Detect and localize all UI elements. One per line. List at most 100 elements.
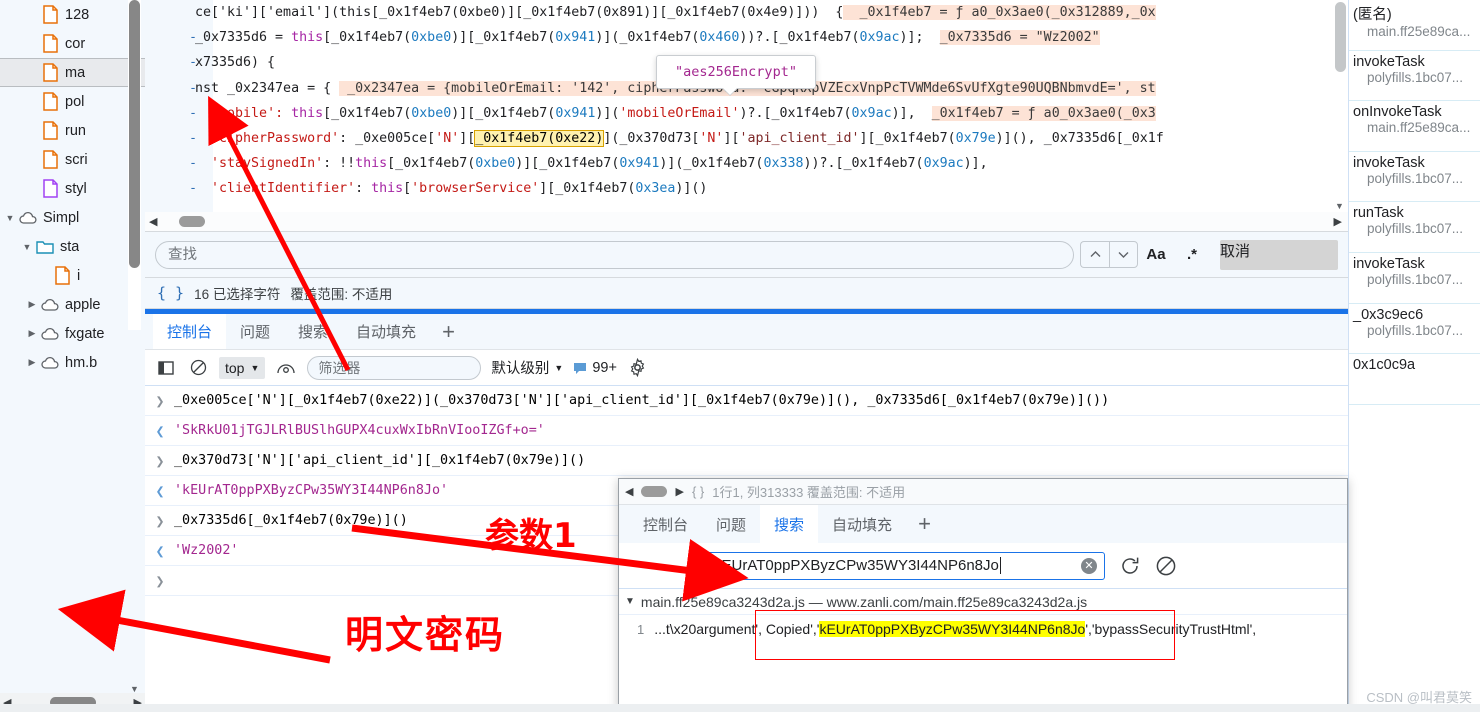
console-line-text: 'SkRkU01jTGJLRlBUSlhGUPX4cuxWxIbRnVIooIZ… <box>174 423 545 438</box>
clear-input-icon[interactable]: ✕ <box>1081 557 1097 574</box>
tab-控制台[interactable]: 控制台 <box>153 314 227 349</box>
call-stack-panel[interactable]: (匿名) main.ff25e89ca... invokeTask polyfills… <box>1348 0 1480 712</box>
file-tree-item[interactable]: pol <box>0 87 145 116</box>
snippet-match: kEUrAT0ppPXByzCPw35WY3I44NP6n8Jo <box>819 621 1086 637</box>
find-input[interactable]: 查找 <box>155 240 1074 269</box>
call-stack-frame[interactable]: invokeTask polyfills.1bc07... <box>1349 51 1480 102</box>
editor-vertical-scroll-thumb[interactable] <box>1335 2 1346 72</box>
overlay-scroll-left-icon[interactable]: ◀ <box>625 485 633 498</box>
tab-搜索[interactable]: 搜索 <box>760 505 819 543</box>
code-token: ][_0x1f4eb7( <box>539 181 636 197</box>
chevron-right-icon[interactable]: ▶ <box>24 299 40 310</box>
editor-code-area[interactable]: ce['ki']['email'](this[_0x1f4eb7(0xbe0)]… <box>193 0 1348 231</box>
editor-code-line[interactable]: 'staySignedIn': !!this[_0x1f4eb7(0xbe0)]… <box>193 151 1348 176</box>
editor-code-line[interactable]: 'clientIdentifier': this['browserService… <box>193 176 1348 201</box>
call-stack-frame[interactable]: 0x1c0c9a <box>1349 354 1480 405</box>
overlay-tab-strip[interactable]: 控制台 问题 搜索 自动填充 + <box>619 505 1347 543</box>
console-line[interactable]: ❯ _0xe005ce['N'][_0x1f4eb7(0xe22)](_0x370… <box>145 386 1348 416</box>
find-previous-icon[interactable] <box>1080 241 1109 268</box>
call-stack-frame[interactable]: onInvokeTask main.ff25e89ca... <box>1349 101 1480 152</box>
console-output-prompt-icon: ❮ <box>155 481 165 500</box>
file-tree-item[interactable]: i <box>0 261 145 290</box>
gear-icon[interactable] <box>627 357 649 379</box>
tab-自动填充[interactable]: 自动填充 <box>818 505 906 543</box>
file-tree-vertical-scrollbar[interactable] <box>128 0 141 330</box>
code-token: 'api_client_id' <box>739 130 860 146</box>
search-results-list[interactable]: ▼ main.ff25e89ca3243d2a.js — www.zanli.c… <box>619 589 1347 711</box>
add-tab-button[interactable]: + <box>430 314 467 349</box>
editor-scroll-down-icon[interactable]: ▼ <box>1333 201 1346 211</box>
console-toolbar[interactable]: top ▼ 筛选器 默认级别 ▼ 99+ <box>145 350 1348 386</box>
refresh-icon[interactable] <box>1119 555 1141 577</box>
file-tree-item[interactable]: ▼ Simpl <box>0 203 145 232</box>
call-stack-source: polyfills.1bc07... <box>1367 170 1464 186</box>
file-tree-item[interactable]: 128 <box>0 0 145 29</box>
editor-horizontal-scroll-thumb[interactable] <box>179 216 206 227</box>
chevron-down-icon[interactable]: ▼ <box>19 242 35 252</box>
editor-code-line[interactable]: _0x7335d6 = this[_0x1f4eb7(0xbe0)][_0x1f… <box>193 25 1348 50</box>
overlay-scroll-right-icon[interactable]: ▶ <box>675 485 683 498</box>
file-tree-item[interactable]: ma <box>0 58 145 87</box>
editor-code-line[interactable]: 'mobile': this[_0x1f4eb7(0xbe0)][_0x1f4e… <box>193 101 1348 126</box>
live-expression-icon[interactable] <box>275 357 297 379</box>
chevron-down-icon[interactable]: ▼ <box>625 596 635 607</box>
tab-搜索[interactable]: 搜索 <box>284 314 342 349</box>
tab-问题[interactable]: 问题 <box>702 505 760 543</box>
file-tree-vertical-scroll-thumb[interactable] <box>129 0 140 268</box>
overlay-scroll-thumb[interactable] <box>641 486 668 497</box>
call-stack-frame[interactable]: runTask polyfills.1bc07... <box>1349 202 1480 253</box>
file-tree-item[interactable]: run <box>0 116 145 145</box>
file-tree-item[interactable]: ▶ apple <box>0 290 145 319</box>
call-stack-frame[interactable]: invokeTask polyfills.1bc07... <box>1349 253 1480 304</box>
file-tree-item[interactable]: scri <box>0 145 145 174</box>
console-line[interactable]: ❯ _0x370d73['N']['api_client_id'][_0x1f4e… <box>145 446 1348 476</box>
find-next-icon[interactable] <box>1109 241 1138 268</box>
panel-toggle-icon[interactable] <box>155 357 177 379</box>
log-level-selector[interactable]: 默认级别 ▼ <box>491 357 563 378</box>
call-stack-source: main.ff25e89ca... <box>1367 120 1471 136</box>
filter-input[interactable]: 筛选器 <box>307 355 482 380</box>
tab-问题[interactable]: 问题 <box>226 314 284 349</box>
search-input[interactable]: kEUrAT0ppPXByzCPw35WY3I44NP6n8Jo ✕ <box>705 551 1105 580</box>
chevron-down-icon[interactable]: ▼ <box>2 213 18 223</box>
search-result-file-header[interactable]: ▼ main.ff25e89ca3243d2a.js — www.zanli.c… <box>619 589 1347 615</box>
editor-code-line[interactable]: 'cipherPassword': _0xe005ce['N'][_0x1f4e… <box>193 126 1348 151</box>
code-token: )]() <box>675 181 708 197</box>
file-tree-item-label: Simpl <box>43 209 80 226</box>
clear-search-icon[interactable] <box>1155 555 1177 577</box>
code-token: 'mobileOrEmail' <box>619 105 740 121</box>
file-tree-item[interactable]: ▼ sta <box>0 232 145 261</box>
call-stack-frame[interactable]: invokeTask polyfills.1bc07... <box>1349 152 1480 203</box>
clear-console-icon[interactable] <box>187 357 209 379</box>
console-line[interactable]: ❮ 'SkRkU01jTGJLRlBUSlhGUPX4cuxWxIbRnVIooI… <box>145 416 1348 446</box>
editor-horizontal-scrollbar[interactable]: ◀ ▶ <box>145 212 1348 231</box>
tab-自动填充[interactable]: 自动填充 <box>342 314 430 349</box>
overlay-search-row[interactable]: kEUrAT0ppPXByzCPw35WY3I44NP6n8Jo ✕ <box>619 543 1347 589</box>
find-bar[interactable]: 查找 Aa .* 取消 <box>145 232 1348 278</box>
context-selector[interactable]: top ▼ <box>219 356 266 379</box>
file-tree-item[interactable]: ▶ fxgate <box>0 319 145 348</box>
code-editor[interactable]: --------- ce['ki']['email'](this[_0x1f4e… <box>145 0 1348 232</box>
message-count-badge[interactable]: 99+ <box>573 360 617 376</box>
tab-控制台[interactable]: 控制台 <box>629 505 702 543</box>
console-tab-strip[interactable]: 控制台 问题 搜索 自动填充 + <box>145 314 1348 350</box>
editor-scroll-right-icon[interactable]: ▶ <box>1334 215 1342 228</box>
file-tree-item[interactable]: cor <box>0 29 145 58</box>
editor-code-line[interactable]: ce['ki']['email'](this[_0x1f4eb7(0xbe0)]… <box>193 0 1348 25</box>
cancel-button[interactable]: 取消 <box>1220 239 1338 270</box>
call-stack-frame[interactable]: _0x3c9ec6 polyfills.1bc07... <box>1349 304 1480 355</box>
file-tree-item[interactable]: ▶ hm.b <box>0 348 145 377</box>
chevron-right-icon[interactable]: ▶ <box>24 357 40 368</box>
search-result-match-row[interactable]: 1 ...t\x20argument', Copied','kEUrAT0ppP… <box>619 615 1347 643</box>
editor-scroll-left-icon[interactable]: ◀ <box>149 215 157 228</box>
add-tab-button[interactable]: + <box>906 505 943 543</box>
pretty-print-icon[interactable]: { } <box>157 284 184 302</box>
file-tree-list[interactable]: 128 cor ma pol run scri styl ▼ Simpl ▼ sta i ▶ apple ▶… <box>0 0 145 377</box>
file-tree-item[interactable]: styl <box>0 174 145 203</box>
regex-toggle[interactable]: .* <box>1174 246 1210 263</box>
match-case-toggle[interactable]: Aa <box>1138 246 1174 263</box>
call-stack-frame[interactable]: (匿名) main.ff25e89ca... <box>1349 0 1480 51</box>
chevron-right-icon[interactable]: ▶ <box>24 328 40 339</box>
file-tree-panel[interactable]: 128 cor ma pol run scri styl ▼ Simpl ▼ sta i ▶ apple ▶… <box>0 0 145 712</box>
search-panel-overlay[interactable]: ◀ ▶ { } 1行1, 列313333 覆盖范围: 不适用 控制台 问题 搜索 自动… <box>618 478 1348 712</box>
